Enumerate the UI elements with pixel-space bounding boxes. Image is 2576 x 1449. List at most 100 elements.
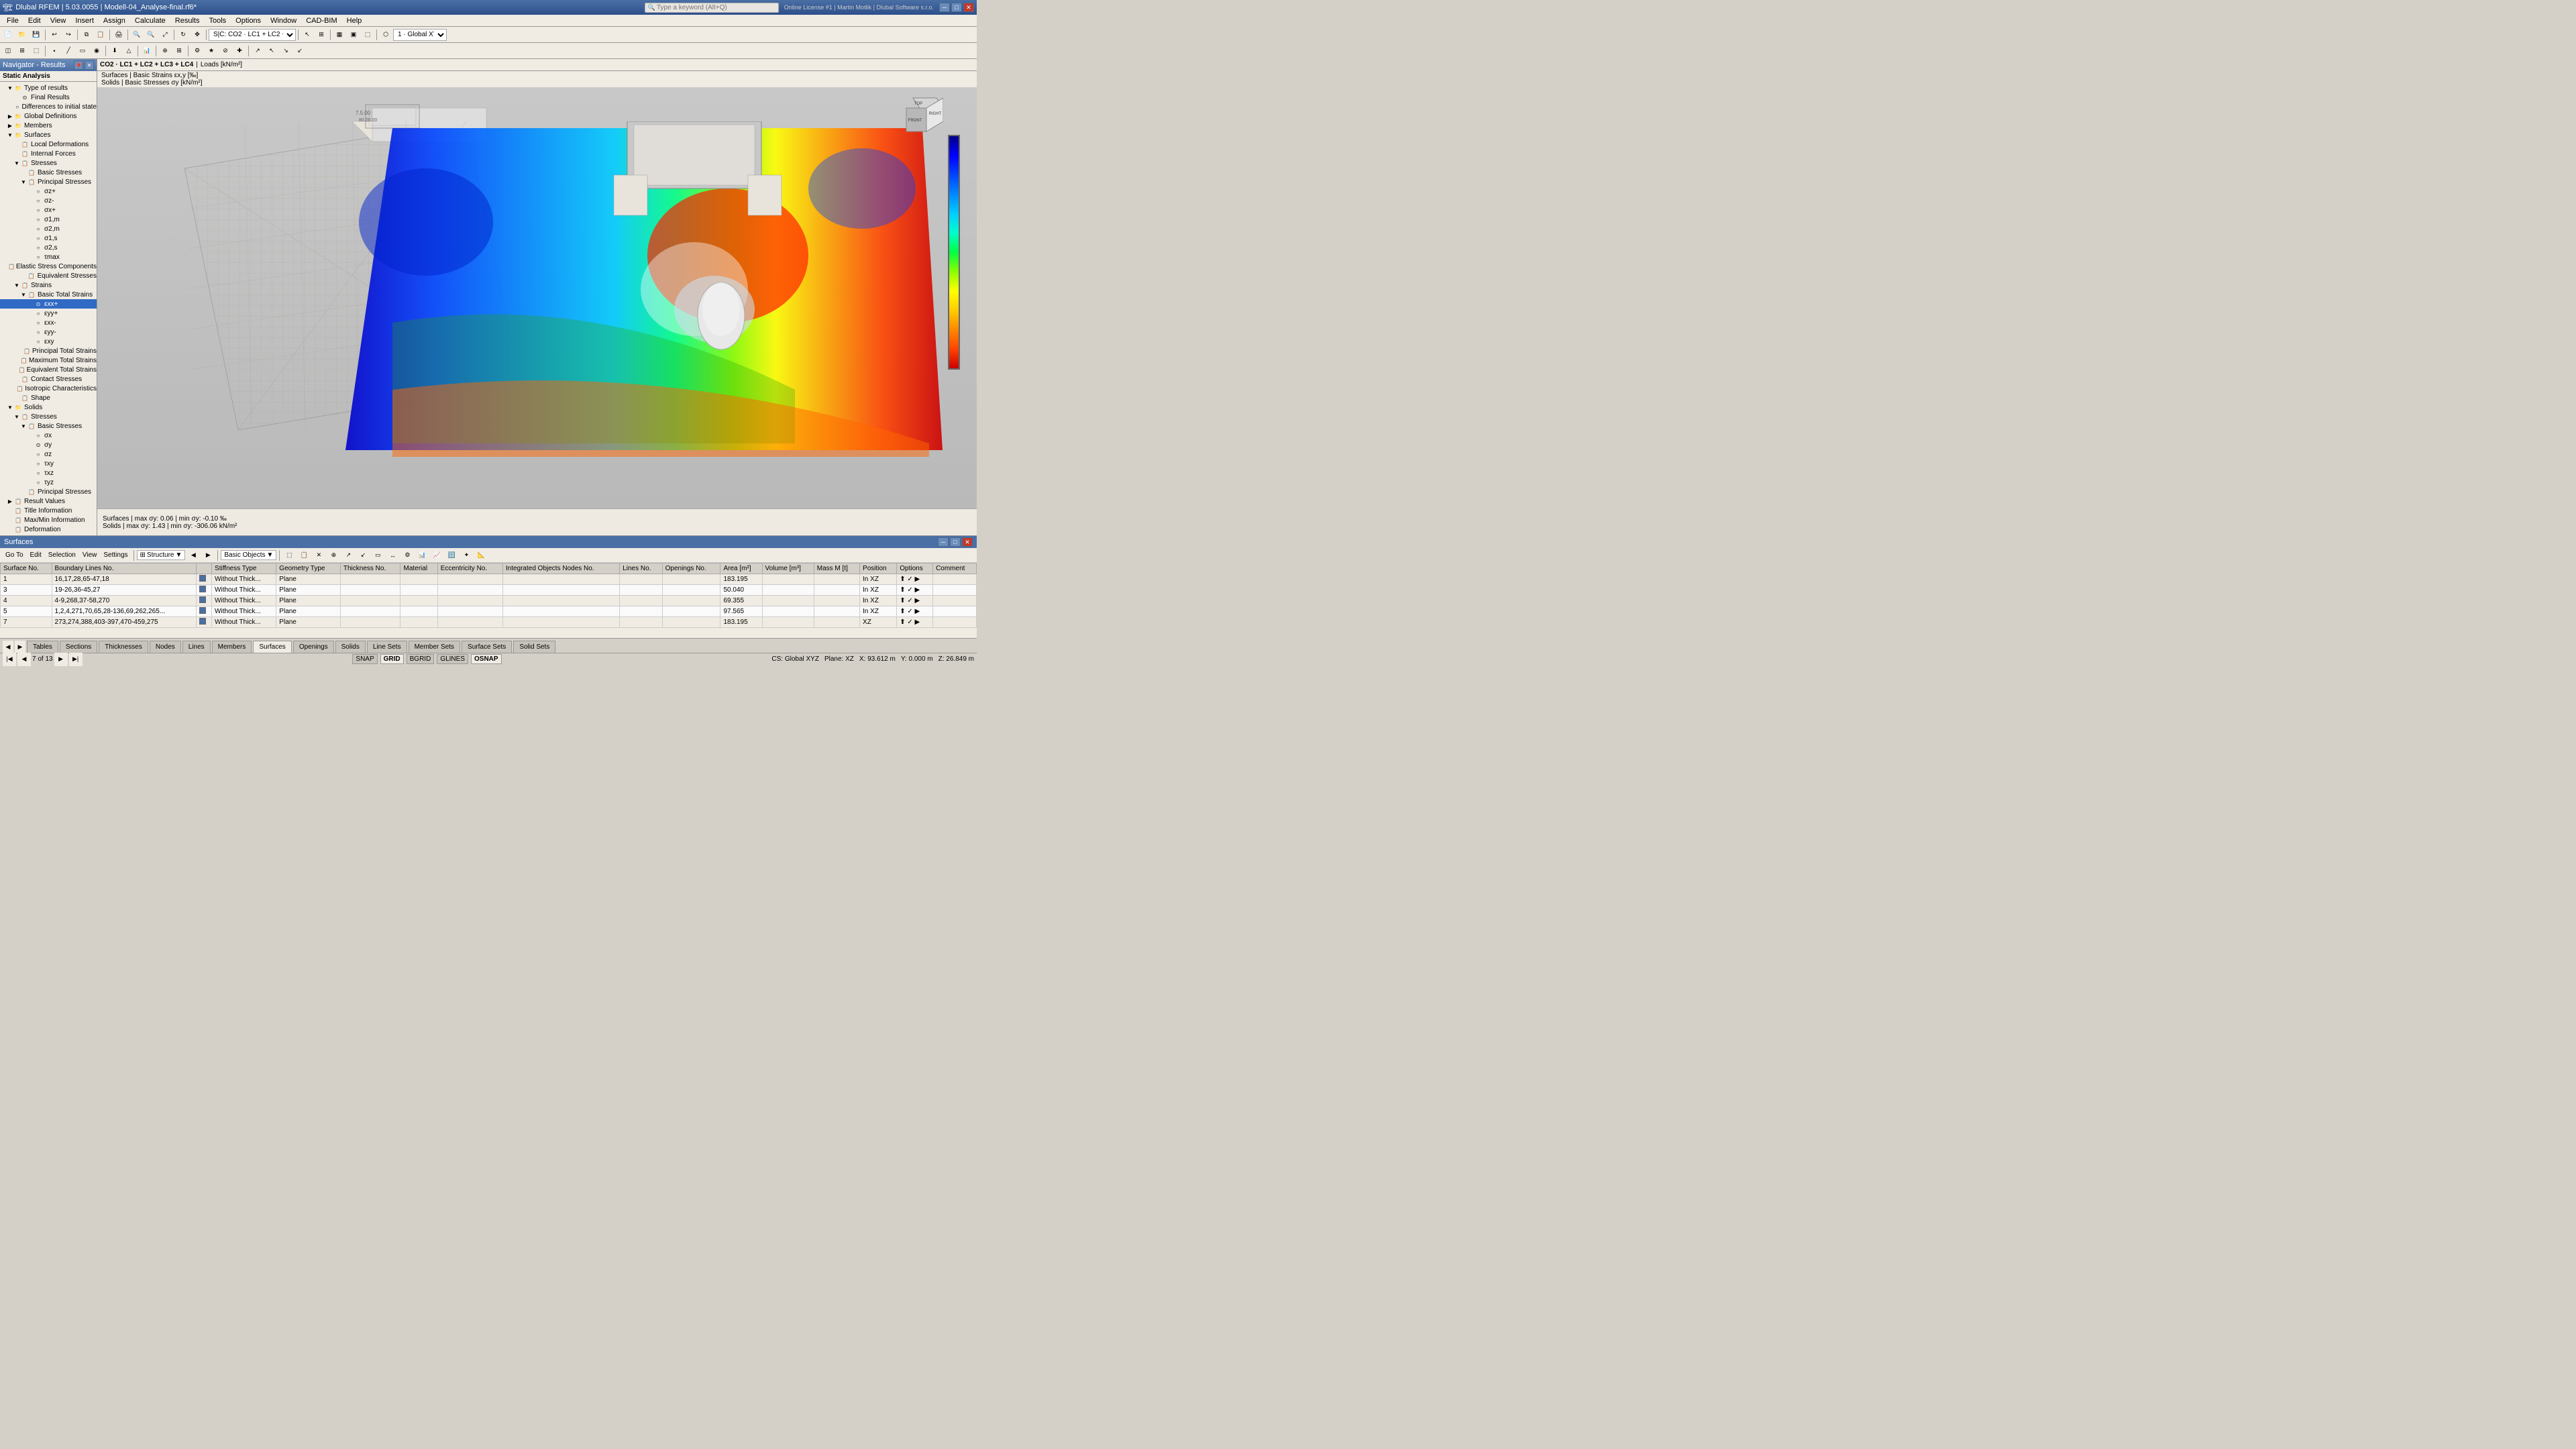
tree-equiv-stress[interactable]: 📋 Equivalent Stresses <box>0 271 97 280</box>
t2-c2[interactable]: ↖ <box>265 44 278 58</box>
tree-internal-forces[interactable]: 📋 Internal Forces <box>0 149 97 158</box>
tree-basic-stresses[interactable]: 📋 Basic Stresses <box>0 168 97 177</box>
panel-maximize-btn[interactable]: □ <box>950 537 961 547</box>
table-row[interactable]: 7 273,274,388,403-397,470-459,275 Withou… <box>1 617 977 628</box>
tree-final-results[interactable]: ⊙ Final Results <box>0 93 97 102</box>
structure-dropdown[interactable]: ⊞ Structure ▼ <box>137 550 186 560</box>
tree-equiv-ts[interactable]: 📋 Equivalent Total Strains <box>0 365 97 374</box>
t2-c3[interactable]: ↘ <box>279 44 292 58</box>
edit-btn[interactable]: Edit <box>28 551 44 559</box>
navigation-cube[interactable]: TOP FRONT RIGHT <box>900 95 943 138</box>
grid-btn[interactable]: GRID <box>380 654 404 664</box>
osnap-btn[interactable]: OSNAP <box>471 654 502 664</box>
panel-tb-btn11[interactable]: 📈 <box>430 549 443 562</box>
tree-surfaces[interactable]: ▼ 📁 Surfaces <box>0 130 97 140</box>
menu-file[interactable]: File <box>3 16 23 25</box>
panel-tb-btn6[interactable]: ↙ <box>356 549 370 562</box>
tree-result-values[interactable]: ▶ 📋 Result Values <box>0 496 97 506</box>
menu-insert[interactable]: Insert <box>71 16 98 25</box>
tab-nodes[interactable]: Nodes <box>150 641 181 653</box>
t2-btn2[interactable]: ⊞ <box>15 44 29 58</box>
tab-solid-sets[interactable]: Solid Sets <box>513 641 555 653</box>
tab-sections[interactable]: Sections <box>60 641 97 653</box>
menu-tools[interactable]: Tools <box>205 16 230 25</box>
tree-solid-sz[interactable]: ○ σz <box>0 449 97 459</box>
pan-btn[interactable]: ✥ <box>191 28 204 42</box>
tree-elastic-stress[interactable]: 📋 Elastic Stress Components <box>0 262 97 271</box>
t2-btn3[interactable]: ⬚ <box>30 44 43 58</box>
tab-tables[interactable]: Tables <box>27 641 58 653</box>
select-btn[interactable]: ↖ <box>301 28 314 42</box>
status-last-btn[interactable]: ▶| <box>69 653 83 666</box>
panel-tb-btn9[interactable]: ⚙ <box>400 549 414 562</box>
open-btn[interactable]: 📁 <box>15 28 29 42</box>
new-btn[interactable]: 📄 <box>1 28 15 42</box>
copy-btn[interactable]: ⧉ <box>80 28 93 42</box>
menu-options[interactable]: Options <box>231 16 265 25</box>
view3d-btn[interactable]: ⬡ <box>379 28 392 42</box>
tree-eyy+[interactable]: ○ εyy+ <box>0 309 97 318</box>
tree-isotropic[interactable]: 📋 Isotropic Characteristics <box>0 384 97 393</box>
tree-s1m[interactable]: ○ σ1,m <box>0 215 97 224</box>
nav-close-btn[interactable]: ✕ <box>85 60 94 70</box>
tree-eyy-[interactable]: ○ εyy- <box>0 327 97 337</box>
tab-solids[interactable]: Solids <box>335 641 366 653</box>
tree-contact[interactable]: 📋 Contact Stresses <box>0 374 97 384</box>
filter-btn[interactable]: ⊞ <box>315 28 328 42</box>
status-first-btn[interactable]: |◀ <box>3 653 16 666</box>
table-row[interactable]: 5 1,2,4,271,70,65,28-136,69,262,265... W… <box>1 606 977 617</box>
menu-window[interactable]: Window <box>266 16 301 25</box>
t2-more1[interactable]: ⚙ <box>191 44 204 58</box>
t2-result-btn[interactable]: 📊 <box>140 44 154 58</box>
tree-solid-stresses[interactable]: ▼ 📋 Stresses <box>0 412 97 421</box>
panel-tb-btn10[interactable]: 📊 <box>415 549 429 562</box>
selection-btn[interactable]: Selection <box>46 551 78 559</box>
tree-solid-basic[interactable]: ▼ 📋 Basic Stresses <box>0 421 97 431</box>
tab-line-sets[interactable]: Line Sets <box>367 641 407 653</box>
tree-s1s[interactable]: ○ σ1,s <box>0 233 97 243</box>
panel-next-btn[interactable]: ▶ <box>201 549 215 562</box>
print-btn[interactable]: 🖨 <box>112 28 125 42</box>
tree-shape[interactable]: 📋 Shape <box>0 393 97 402</box>
menu-view[interactable]: View <box>46 16 70 25</box>
tree-basic-total-strains[interactable]: ▼ 📋 Basic Total Strains <box>0 290 97 299</box>
panel-tb-btn5[interactable]: ↗ <box>341 549 355 562</box>
menu-edit[interactable]: Edit <box>24 16 45 25</box>
redo-btn[interactable]: ↪ <box>62 28 75 42</box>
tree-pts[interactable]: 📋 Principal Total Strains <box>0 346 97 356</box>
panel-tb-btn7[interactable]: ▭ <box>371 549 384 562</box>
snap-btn[interactable]: SNAP <box>352 654 377 664</box>
t2-c4[interactable]: ↙ <box>293 44 307 58</box>
tree-differences[interactable]: ○ Differences to initial state <box>0 102 97 111</box>
glines-btn[interactable]: GLINES <box>437 654 468 664</box>
tree-solid-sx[interactable]: ○ σx <box>0 431 97 440</box>
tab-thicknesses[interactable]: Thicknesses <box>99 641 148 653</box>
tree-strains[interactable]: ▼ 📋 Strains <box>0 280 97 290</box>
t2-load-btn[interactable]: ⬇ <box>108 44 121 58</box>
panel-tb-btn2[interactable]: 📋 <box>297 549 311 562</box>
tree-title-info[interactable]: 📋 Title Information <box>0 506 97 515</box>
undo-btn[interactable]: ↩ <box>48 28 61 42</box>
tree-solid-txy[interactable]: ○ τxy <box>0 459 97 468</box>
nav-tab-static[interactable]: Static Analysis <box>0 71 97 82</box>
panel-close-btn[interactable]: ✕ <box>962 537 973 547</box>
tree-solid-txz[interactable]: ○ τxz <box>0 468 97 478</box>
paste-btn[interactable]: 📋 <box>94 28 107 42</box>
t2-surf-btn[interactable]: ▭ <box>76 44 89 58</box>
table-row[interactable]: 4 4-9,268,37-58,270 Without Thick... Pla… <box>1 596 977 606</box>
status-next-btn[interactable]: ▶ <box>54 653 68 666</box>
tab-lines[interactable]: Lines <box>182 641 211 653</box>
tree-sz+[interactable]: ○ σz+ <box>0 186 97 196</box>
rotate-btn[interactable]: ↻ <box>176 28 190 42</box>
tab-members[interactable]: Members <box>212 641 252 653</box>
tab-nav-prev[interactable]: ◀ <box>3 641 13 653</box>
panel-tb-btn8[interactable]: ↔ <box>386 549 399 562</box>
status-prev-btn[interactable]: ◀ <box>17 653 31 666</box>
menu-assign[interactable]: Assign <box>99 16 129 25</box>
panel-minimize-btn[interactable]: ─ <box>938 537 949 547</box>
t2-support-btn[interactable]: △ <box>122 44 136 58</box>
tree-principal-stresses[interactable]: ▼ 📋 Principal Stresses <box>0 177 97 186</box>
t2-solid-btn[interactable]: ◉ <box>90 44 103 58</box>
wireframe-btn[interactable]: ⬚ <box>361 28 374 42</box>
tree-s2s[interactable]: ○ σ2,s <box>0 243 97 252</box>
